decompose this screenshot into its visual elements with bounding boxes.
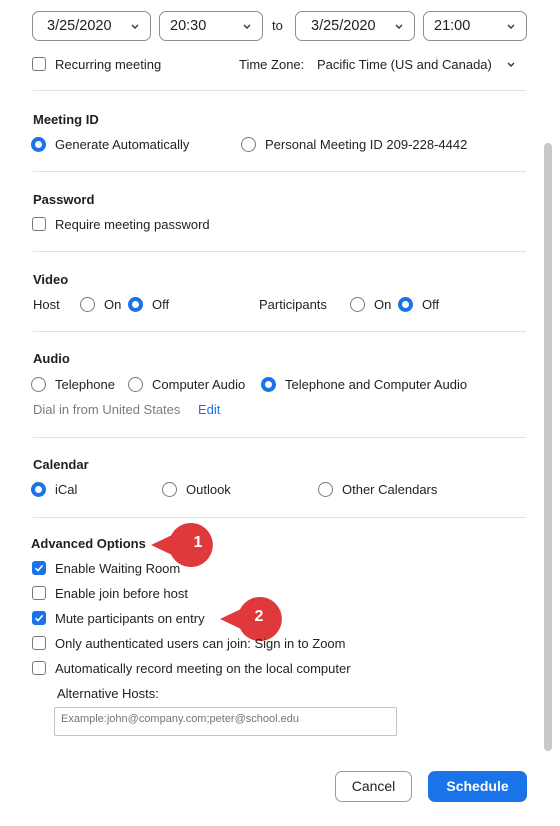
- checkmark-icon: [34, 564, 44, 572]
- enable-join-before-host-checkbox[interactable]: [32, 586, 46, 600]
- end-date-select[interactable]: 3/25/2020: [295, 11, 415, 41]
- enable-join-before-host-label: Enable join before host: [55, 586, 188, 601]
- ical-label: iCal: [55, 482, 78, 497]
- divider: [33, 517, 526, 518]
- video-heading: Video: [33, 272, 69, 287]
- start-time-select[interactable]: 20:30: [159, 11, 263, 41]
- divider: [33, 331, 526, 332]
- participants-video-on-label: On: [374, 297, 392, 312]
- video-participants-label: Participants: [259, 297, 327, 312]
- personal-meeting-id-label: Personal Meeting ID 209-228-4442: [265, 137, 468, 152]
- authenticated-users-checkbox[interactable]: [32, 636, 46, 650]
- ical-radio[interactable]: [31, 482, 46, 497]
- to-label: to: [272, 18, 283, 33]
- host-video-off-radio[interactable]: [128, 297, 143, 312]
- chevron-down-icon: [243, 24, 251, 29]
- enable-waiting-room-label: Enable Waiting Room: [55, 561, 181, 576]
- timezone-value: Pacific Time (US and Canada): [317, 57, 492, 72]
- video-host-label: Host: [33, 297, 60, 312]
- audio-heading: Audio: [33, 351, 70, 366]
- alternative-hosts-input[interactable]: [54, 707, 397, 736]
- edit-dial-in-link[interactable]: Edit: [198, 402, 220, 417]
- chevron-down-icon: [507, 62, 515, 67]
- telephone-and-computer-audio-radio[interactable]: [261, 377, 276, 392]
- require-password-label: Require meeting password: [55, 217, 210, 232]
- schedule-button[interactable]: Schedule: [428, 771, 527, 802]
- start-date-value: 3/25/2020: [47, 18, 112, 34]
- chevron-down-icon: [395, 24, 403, 29]
- outlook-radio[interactable]: [162, 482, 177, 497]
- annotation-badge-2-number: 2: [254, 608, 264, 625]
- outlook-label: Outlook: [186, 482, 231, 497]
- require-password-checkbox[interactable]: [32, 217, 46, 231]
- participants-video-off-radio[interactable]: [398, 297, 413, 312]
- alternative-hosts-label: Alternative Hosts:: [57, 686, 159, 701]
- telephone-and-computer-audio-label: Telephone and Computer Audio: [285, 377, 468, 392]
- scrollbar[interactable]: [544, 143, 552, 751]
- divider: [33, 90, 526, 91]
- end-time-select[interactable]: 21:00: [423, 11, 527, 41]
- auto-record-checkbox[interactable]: [32, 661, 46, 675]
- calendar-heading: Calendar: [33, 457, 89, 472]
- start-date-select[interactable]: 3/25/2020: [32, 11, 151, 41]
- mute-participants-checkbox[interactable]: [32, 611, 46, 625]
- dial-in-label: Dial in from United States: [33, 402, 181, 417]
- generate-automatically-label: Generate Automatically: [55, 137, 190, 152]
- host-video-off-label: Off: [152, 297, 170, 312]
- enable-waiting-room-checkbox[interactable]: [32, 561, 46, 575]
- other-calendars-radio[interactable]: [318, 482, 333, 497]
- auto-record-label: Automatically record meeting on the loca…: [55, 661, 351, 676]
- recurring-meeting-label: Recurring meeting: [55, 57, 162, 72]
- participants-video-off-label: Off: [422, 297, 440, 312]
- telephone-radio[interactable]: [31, 377, 46, 392]
- host-video-on-radio[interactable]: [80, 297, 95, 312]
- personal-meeting-id-radio[interactable]: [241, 137, 256, 152]
- timezone-select[interactable]: Pacific Time (US and Canada): [317, 55, 522, 75]
- checkmark-icon: [34, 614, 44, 622]
- computer-audio-label: Computer Audio: [152, 377, 246, 392]
- other-calendars-label: Other Calendars: [342, 482, 438, 497]
- end-time-value: 21:00: [434, 18, 471, 34]
- annotation-badge-1-number: 1: [193, 534, 203, 551]
- divider: [33, 437, 526, 438]
- end-date-value: 3/25/2020: [311, 18, 376, 34]
- generate-automatically-radio[interactable]: [31, 137, 46, 152]
- mute-participants-label: Mute participants on entry: [55, 611, 205, 626]
- start-time-value: 20:30: [170, 18, 207, 34]
- timezone-label: Time Zone:: [239, 57, 305, 72]
- host-video-on-label: On: [104, 297, 122, 312]
- advanced-options-heading: Advanced Options: [31, 536, 146, 551]
- participants-video-on-radio[interactable]: [350, 297, 365, 312]
- recurring-meeting-checkbox[interactable]: [32, 57, 46, 71]
- computer-audio-radio[interactable]: [128, 377, 143, 392]
- password-heading: Password: [33, 192, 95, 207]
- authenticated-users-label: Only authenticated users can join: Sign …: [55, 636, 346, 651]
- meeting-id-heading: Meeting ID: [33, 112, 99, 127]
- telephone-label: Telephone: [55, 377, 115, 392]
- divider: [33, 251, 526, 252]
- divider: [33, 171, 526, 172]
- cancel-button[interactable]: Cancel: [335, 771, 412, 802]
- chevron-down-icon: [131, 24, 139, 29]
- chevron-down-icon: [507, 24, 515, 29]
